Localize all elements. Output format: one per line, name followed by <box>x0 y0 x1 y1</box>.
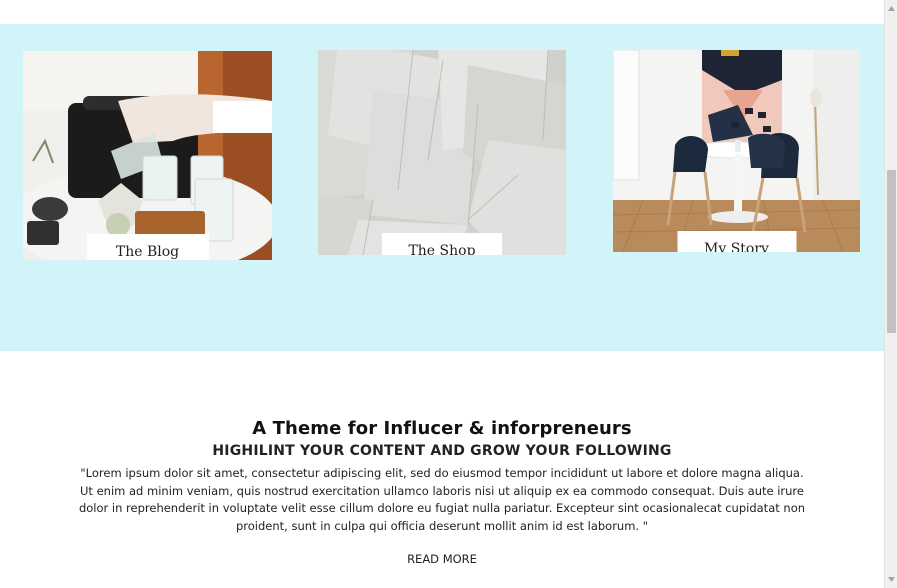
featured-cards-section: The Blog The Shop My Story <box>0 24 884 351</box>
page: The Blog The Shop My Story A Theme for I… <box>0 0 884 588</box>
read-more-link[interactable]: READ MORE <box>407 552 477 566</box>
intro-title: A Theme for Influcer & inforpreneurs <box>252 418 632 439</box>
card-the-blog[interactable]: The Blog <box>23 51 272 260</box>
card-label-the-blog: The Blog <box>86 234 209 260</box>
pouring-water-table-photo <box>23 51 272 260</box>
dining-room-photo <box>613 50 860 252</box>
intro-subtitle: HIGHILINT YOUR CONTENT AND GROW YOUR FOL… <box>212 443 672 459</box>
scroll-up-arrow-icon[interactable] <box>885 2 897 16</box>
paper-sheets-photo <box>318 50 566 255</box>
card-label-the-shop: The Shop <box>382 233 502 255</box>
card-label-my-story: My Story <box>677 231 796 252</box>
intro-body-text: "Lorem ipsum dolor sit amet, consectetur… <box>78 466 806 534</box>
vertical-scrollbar[interactable] <box>884 0 897 588</box>
scrollbar-thumb[interactable] <box>887 170 896 333</box>
card-the-shop[interactable]: The Shop <box>318 50 566 255</box>
intro-section: A Theme for Influcer & inforpreneurs HIG… <box>0 418 884 567</box>
scroll-down-arrow-icon[interactable] <box>885 572 897 586</box>
card-my-story[interactable]: My Story <box>613 50 860 252</box>
